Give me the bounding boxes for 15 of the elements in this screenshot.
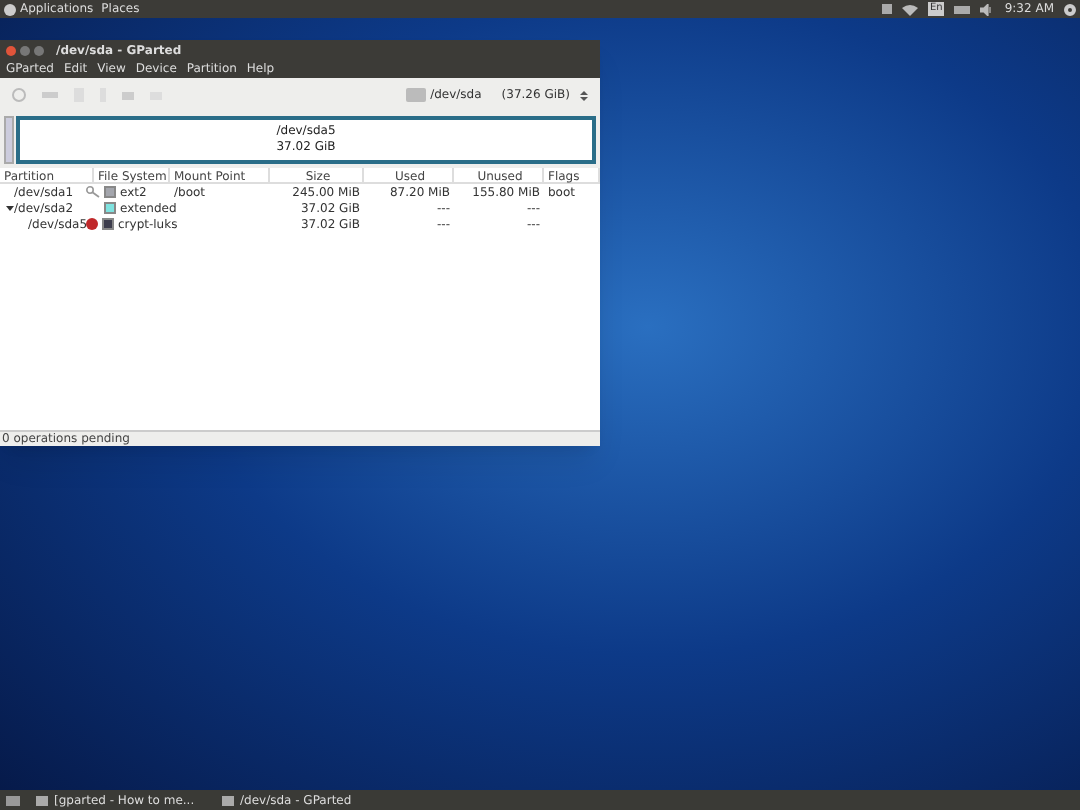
close-icon[interactable] xyxy=(6,45,16,55)
warning-icon xyxy=(86,218,98,230)
wifi-icon[interactable] xyxy=(902,3,918,15)
window-icon xyxy=(36,795,48,805)
show-desktop-icon[interactable] xyxy=(6,795,20,805)
battery-icon[interactable] xyxy=(954,5,971,13)
speaker-icon[interactable] xyxy=(980,3,995,15)
minimize-icon[interactable] xyxy=(20,45,30,55)
dropdown-icon[interactable] xyxy=(580,89,588,101)
unallocated-segment xyxy=(4,116,14,164)
ubuntu-logo-icon[interactable] xyxy=(4,3,16,15)
window-icon xyxy=(222,795,234,805)
expander-icon[interactable] xyxy=(6,204,14,212)
maximize-icon[interactable] xyxy=(34,45,44,55)
cancel-icon[interactable] xyxy=(12,88,26,102)
